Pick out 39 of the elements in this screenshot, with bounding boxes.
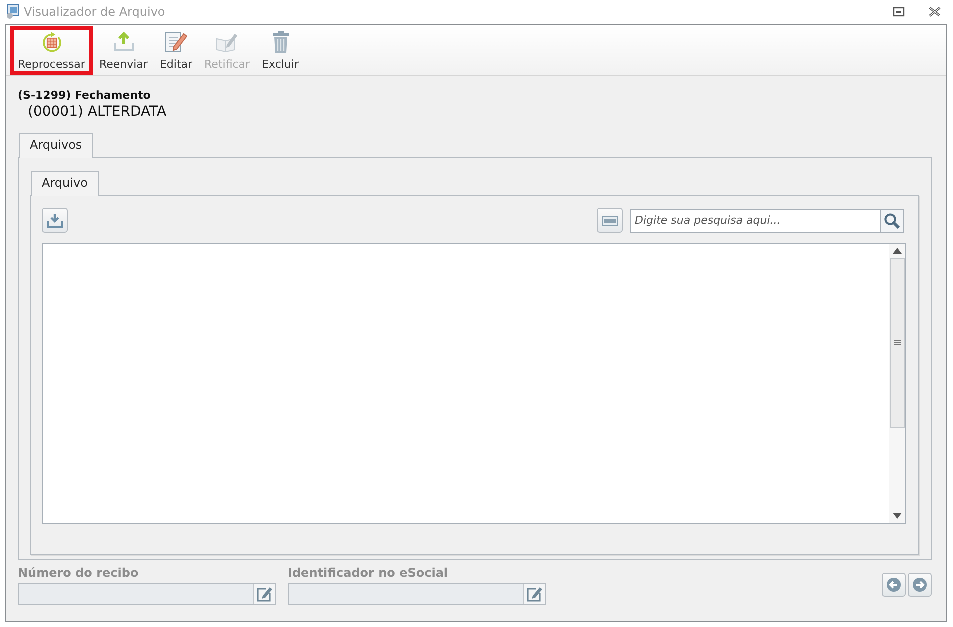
- scroll-up-icon[interactable]: [892, 248, 902, 254]
- edit-icon: [256, 586, 272, 602]
- toolbar-button[interactable]: Reprocessar: [10, 26, 94, 75]
- grip-icon: [894, 340, 900, 346]
- xml-button[interactable]: [597, 208, 623, 233]
- app-icon: [6, 4, 20, 20]
- edit-button[interactable]: [523, 584, 545, 604]
- edit-icon: [526, 586, 542, 602]
- download-icon: [47, 214, 63, 228]
- upload-icon: [112, 30, 135, 54]
- restore-icon[interactable]: [893, 7, 905, 17]
- window-title: Visualizador de Arquivo: [24, 5, 166, 19]
- right-arrow-icon: [913, 578, 927, 592]
- search-button[interactable]: [880, 208, 904, 232]
- scroll-thumb[interactable]: [890, 258, 904, 428]
- tab[interactable]: Arquivos: [19, 133, 94, 158]
- company-name: (00001) ALTERDATA: [27, 103, 168, 120]
- event-title: (S-1299) Fechamento: [18, 89, 152, 102]
- input-field[interactable]: [288, 583, 546, 605]
- toolbar-button[interactable]: Excluir: [256, 26, 305, 75]
- next-button[interactable]: [908, 573, 932, 597]
- trash-icon: [270, 30, 291, 54]
- field-label: Número do recibo: [18, 566, 140, 580]
- input-field[interactable]: [18, 583, 276, 605]
- left-arrow-icon: [887, 578, 901, 592]
- search-field[interactable]: Digite sua pesquisa aqui...: [630, 208, 880, 232]
- edit-button[interactable]: [253, 584, 275, 604]
- previous-button[interactable]: [882, 573, 906, 597]
- scrollbar[interactable]: [889, 244, 905, 523]
- search-icon: [884, 212, 900, 228]
- document-pencil-icon: [164, 30, 188, 54]
- close-icon[interactable]: [929, 7, 941, 17]
- toolbar-button[interactable]: Editar: [154, 26, 199, 75]
- tab[interactable]: Arquivo: [31, 171, 99, 196]
- field-label: Identificador no eSocial: [288, 566, 450, 580]
- scroll-down-icon[interactable]: [892, 513, 902, 519]
- document-icon: [602, 216, 618, 226]
- download-button[interactable]: [42, 208, 68, 233]
- toolbar-button[interactable]: Reenviar: [93, 26, 154, 75]
